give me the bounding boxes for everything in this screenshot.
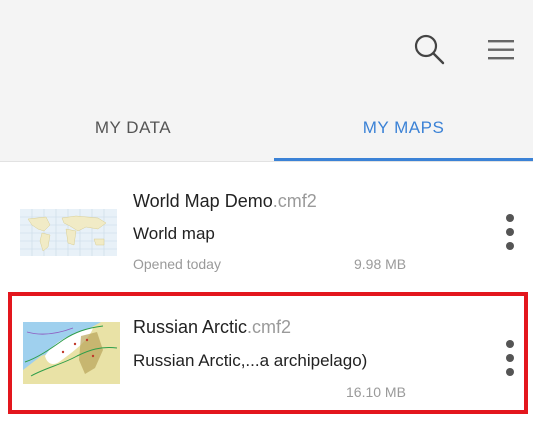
map-name: Russian Arctic	[133, 317, 248, 337]
tab-label: MY MAPS	[362, 118, 445, 137]
tab-my-maps[interactable]: MY MAPS	[274, 100, 533, 156]
tab-my-data[interactable]: MY DATA	[0, 100, 266, 156]
more-vertical-icon[interactable]	[503, 338, 517, 378]
map-file-size: 9.98 MB	[354, 256, 407, 272]
map-title: Russian Arctic.cmf2	[133, 317, 291, 338]
search-icon[interactable]	[412, 32, 446, 66]
tab-label: MY DATA	[94, 118, 172, 137]
arctic-map-thumbnail	[23, 322, 120, 384]
world-map-thumbnail	[20, 209, 117, 256]
more-vertical-icon[interactable]	[503, 212, 517, 252]
map-file-size: 16.10 MB	[346, 384, 406, 400]
map-title: World Map Demo.cmf2	[133, 191, 317, 212]
app-header: MY DATA MY MAPS	[0, 0, 533, 162]
map-description: World map	[133, 224, 215, 243]
map-extension: .cmf2	[247, 317, 292, 337]
map-extension: .cmf2	[272, 191, 317, 211]
header-divider	[0, 161, 533, 162]
map-name: World Map Demo	[133, 191, 273, 211]
map-list-item[interactable]: Russian Arctic.cmf2 Russian Arctic,...a …	[0, 292, 533, 421]
map-opened-status: Opened today	[133, 256, 221, 272]
map-list-item[interactable]: World Map Demo.cmf2 World map Opened tod…	[0, 176, 533, 286]
hamburger-menu-icon[interactable]	[484, 38, 518, 62]
map-description: Russian Arctic,...a archipelago)	[133, 351, 368, 370]
